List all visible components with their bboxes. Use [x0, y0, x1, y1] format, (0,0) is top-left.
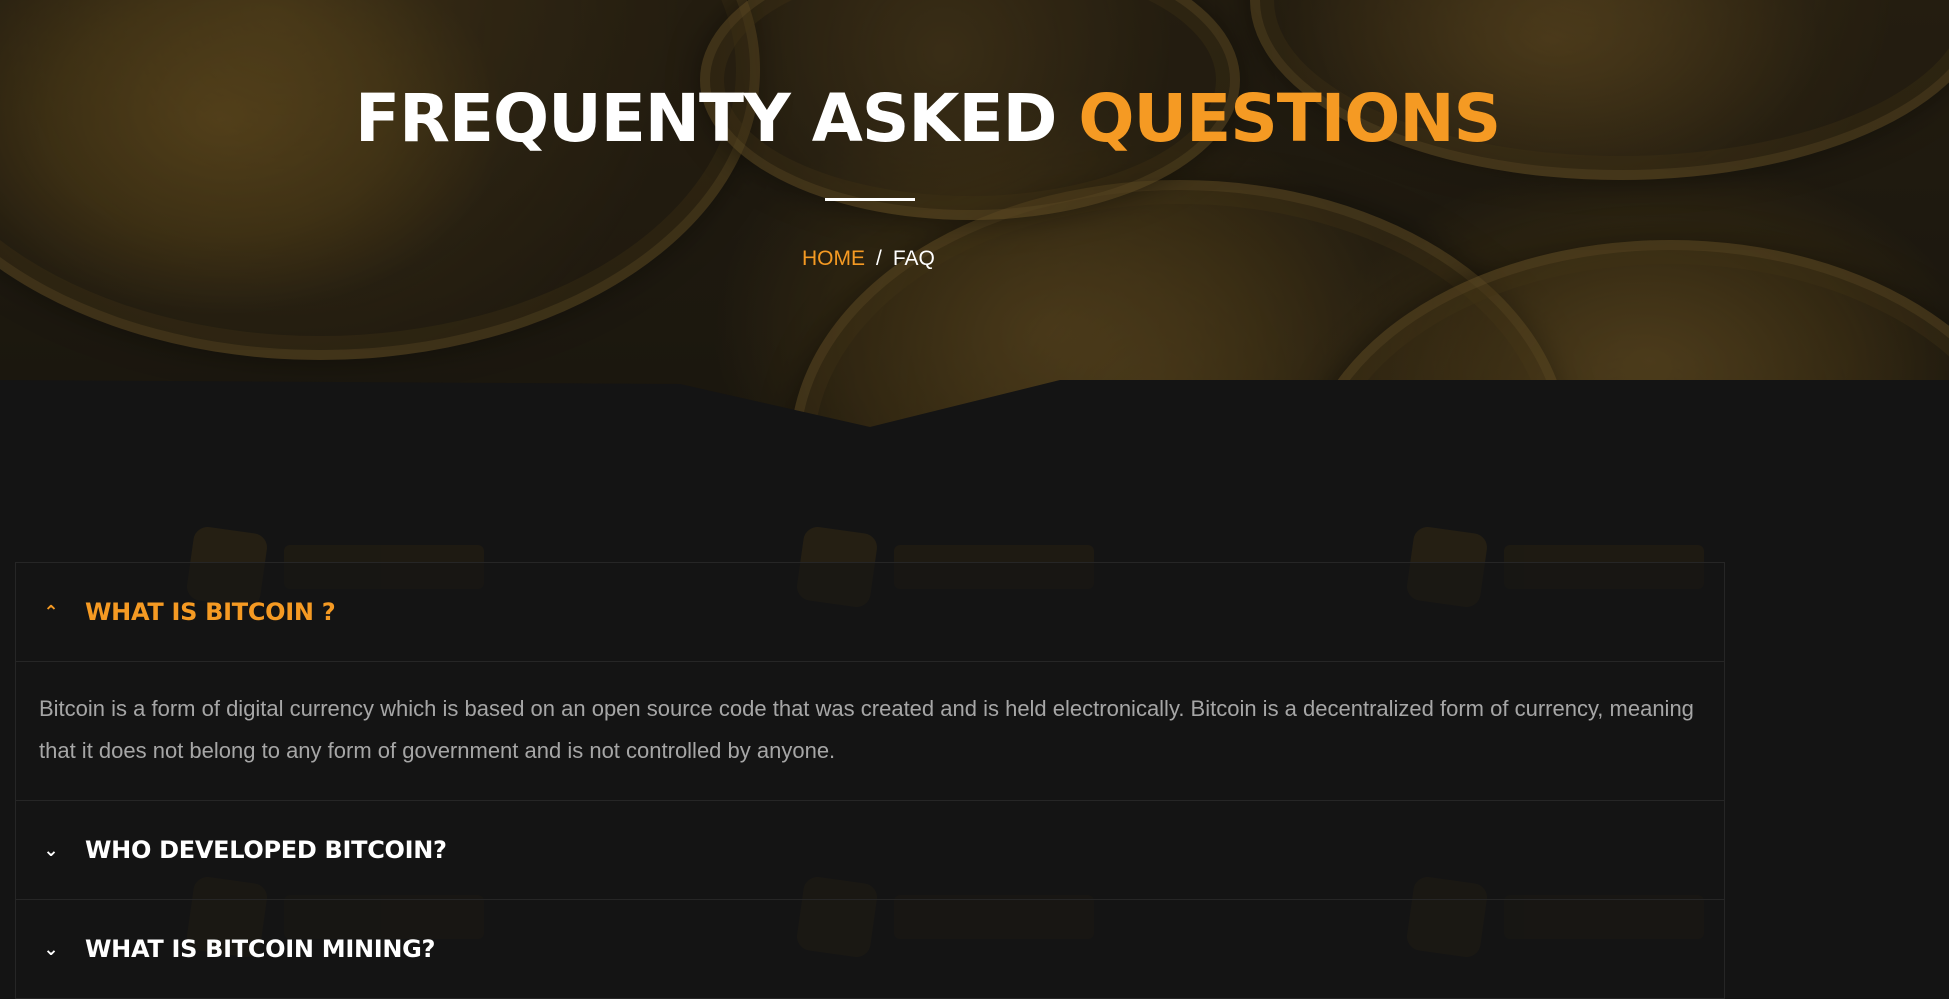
chevron-down-icon: ⌄: [43, 938, 59, 960]
faq-item: ⌄ WHO DEVELOPED BITCOIN?: [15, 800, 1725, 899]
faq-question: WHO DEVELOPED BITCOIN?: [85, 836, 447, 864]
title-main: FREQUENTY ASKED: [355, 80, 1079, 157]
faq-item: ⌃ WHAT IS BITCOIN ? Bitcoin is a form of…: [15, 562, 1725, 800]
faq-question: WHAT IS BITCOIN ?: [85, 598, 336, 626]
title-accent: QUESTIONS: [1078, 80, 1501, 157]
faq-question: WHAT IS BITCOIN MINING?: [85, 935, 436, 963]
faq-question-toggle[interactable]: ⌃ WHAT IS BITCOIN ?: [16, 563, 1724, 661]
title-divider: [825, 198, 915, 201]
faq-answer: Bitcoin is a form of digital currency wh…: [16, 661, 1724, 800]
hero-banner: FREQUENTY ASKED QUESTIONS HOME / FAQ: [0, 0, 1949, 430]
page-title: FREQUENTY ASKED QUESTIONS: [355, 80, 1501, 157]
breadcrumb: HOME / FAQ: [802, 247, 935, 271]
faq-item: ⌄ WHAT IS BITCOIN MINING?: [15, 899, 1725, 999]
chevron-up-icon: ⌃: [43, 601, 59, 623]
faq-accordion: ⌃ WHAT IS BITCOIN ? Bitcoin is a form of…: [15, 562, 1725, 999]
breadcrumb-current: FAQ: [892, 247, 935, 270]
chevron-down-icon: ⌄: [43, 839, 59, 861]
faq-question-toggle[interactable]: ⌄ WHAT IS BITCOIN MINING?: [16, 900, 1724, 998]
faq-question-toggle[interactable]: ⌄ WHO DEVELOPED BITCOIN?: [16, 801, 1724, 899]
breadcrumb-separator: /: [876, 247, 882, 270]
breadcrumb-home-link[interactable]: HOME: [802, 247, 865, 270]
